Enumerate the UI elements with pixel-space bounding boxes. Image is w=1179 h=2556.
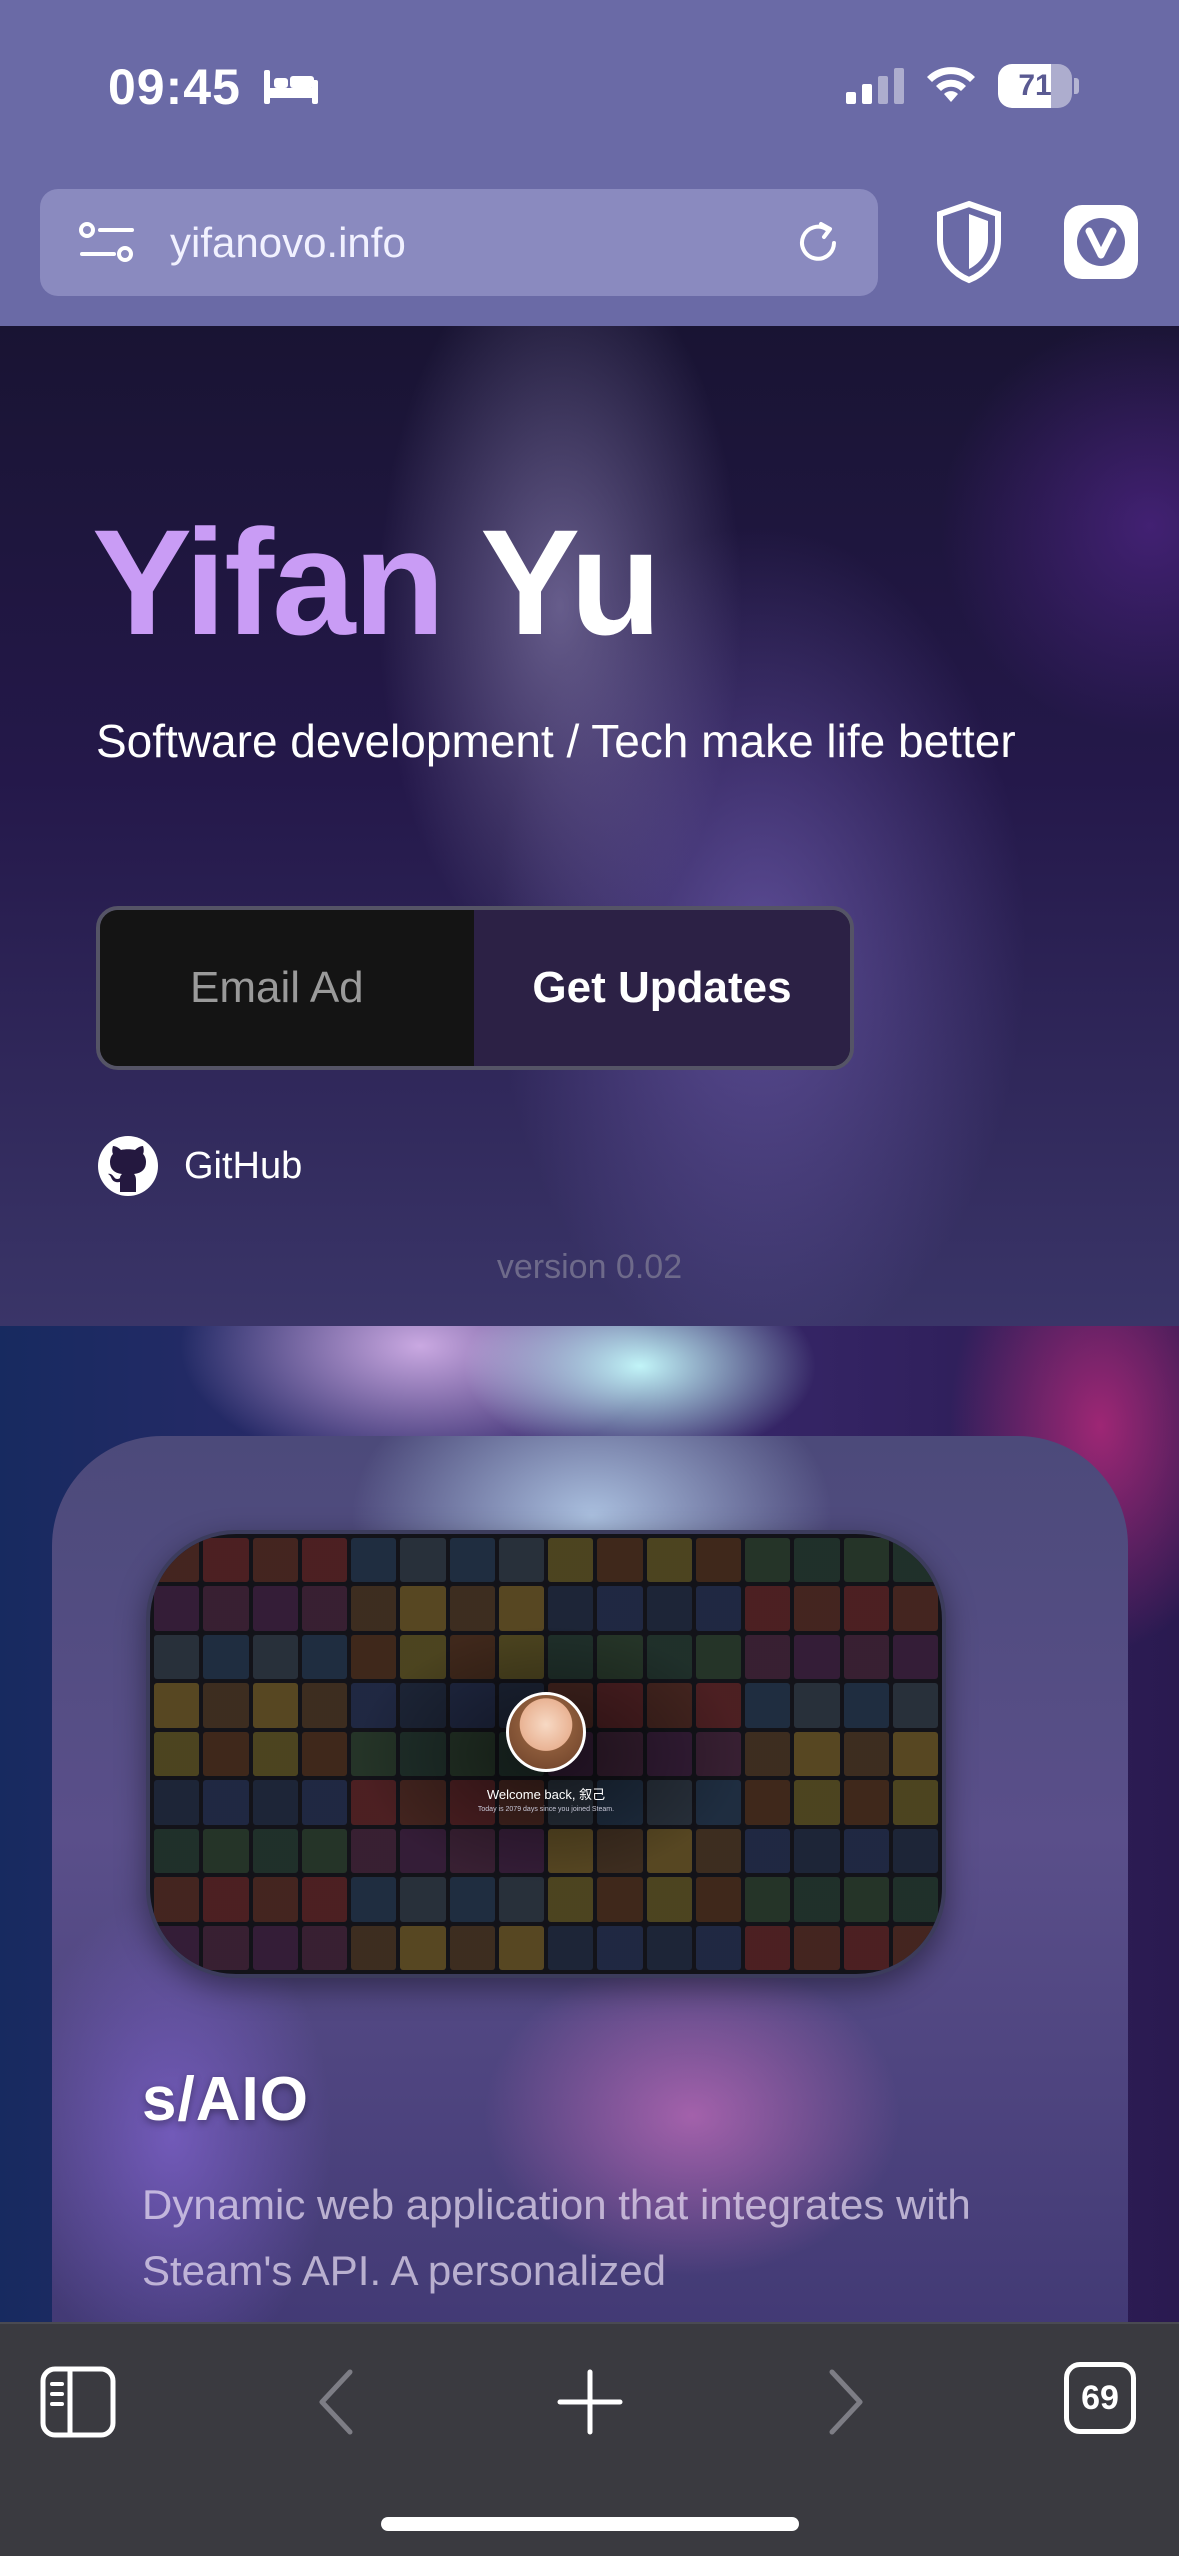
avatar — [506, 1692, 586, 1772]
browser-chrome: 09:45 71 yifanovo.info — [0, 0, 1179, 326]
status-time: 09:45 — [108, 59, 241, 115]
project-card[interactable]: Welcome back, 叙己 Today is 2079 days sinc… — [52, 1436, 1128, 2326]
battery-icon: 71 — [998, 64, 1079, 108]
hero-last-name: Yu — [480, 498, 661, 666]
subscribe-form: Get Updates — [96, 906, 854, 1070]
project-screenshot[interactable]: Welcome back, 叙己 Today is 2079 days sinc… — [146, 1530, 946, 1978]
shield-icon[interactable] — [934, 200, 1004, 284]
vivaldi-icon[interactable] — [1064, 205, 1138, 279]
github-icon — [98, 1136, 158, 1196]
project-title: s/AIO — [142, 2065, 309, 2134]
forward-icon[interactable] — [820, 2366, 870, 2438]
version-text: version 0.02 — [496, 1248, 683, 1286]
hero-first-name: Yifan — [92, 498, 445, 666]
project-description: Dynamic web application that integrates … — [142, 2181, 971, 2294]
hero-tagline: Software development / Tech make life be… — [96, 715, 1016, 767]
get-updates-button[interactable]: Get Updates — [474, 910, 850, 1066]
screenshot-welcome-text: Welcome back, 叙己 — [486, 1787, 606, 1802]
tabs-icon[interactable]: 69 — [1064, 2362, 1136, 2434]
cellular-signal-icon — [846, 68, 904, 104]
address-bar[interactable]: yifanovo.info — [40, 189, 878, 296]
url-text[interactable]: yifanovo.info — [170, 189, 406, 296]
new-tab-icon[interactable] — [554, 2366, 626, 2438]
projects-section: Welcome back, 叙己 Today is 2079 days sinc… — [0, 1326, 1179, 2326]
screenshot-joined-text: Today is 2079 days since you joined Stea… — [477, 1806, 615, 1813]
reload-icon[interactable] — [794, 219, 842, 267]
status-bar: 09:45 71 — [0, 52, 1179, 122]
github-label[interactable]: GitHub — [184, 1145, 302, 1188]
github-link[interactable]: GitHub — [96, 1134, 302, 1198]
panel-icon[interactable] — [40, 2366, 116, 2438]
hero-title: Yifan Yu — [92, 496, 662, 669]
hero-section: Yifan Yu Software development / Tech mak… — [0, 326, 1179, 1326]
back-icon[interactable] — [312, 2366, 362, 2438]
battery-level: 71 — [1018, 69, 1052, 102]
sleep-bed-icon — [264, 70, 318, 104]
home-indicator[interactable] — [381, 2517, 799, 2531]
site-settings-icon[interactable] — [78, 219, 136, 267]
wifi-icon — [927, 67, 975, 102]
email-input[interactable] — [100, 910, 474, 1066]
